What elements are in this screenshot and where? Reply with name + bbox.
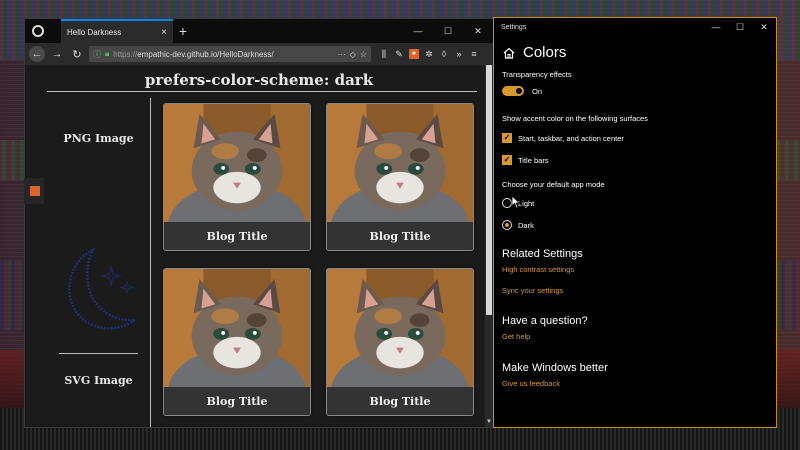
related-settings-heading: Related Settings <box>502 248 583 260</box>
page-title: prefers-color-scheme: dark <box>144 71 374 89</box>
kitten-image <box>327 104 473 222</box>
pocket-icon[interactable]: ◇ <box>350 50 356 59</box>
settings-heading: Colors <box>494 36 776 61</box>
library-icon[interactable]: ⫼ <box>379 49 389 60</box>
new-tab-button[interactable]: + <box>173 19 193 43</box>
mouse-cursor-icon <box>511 195 521 209</box>
settings-close-button[interactable]: ✕ <box>752 22 776 33</box>
kitten-image <box>164 104 310 222</box>
settings-minimize-button[interactable]: — <box>704 22 728 33</box>
shield-icon[interactable]: ◊ <box>439 49 449 60</box>
tab-bar: Hello Darkness × + — ☐ ✕ <box>25 19 493 43</box>
info-icon[interactable]: ⓘ <box>93 49 101 60</box>
extension-badge-icon[interactable] <box>30 186 40 196</box>
transparency-toggle-row: On <box>502 86 768 96</box>
page-content: prefers-color-scheme: dark PNG Image SVG… <box>25 65 493 427</box>
maximize-button[interactable]: ☐ <box>433 19 463 43</box>
colors-title: Colors <box>523 44 567 61</box>
blog-card[interactable]: Blog Title <box>163 103 311 251</box>
back-button[interactable]: ← <box>29 46 45 62</box>
close-button[interactable]: ✕ <box>463 19 493 43</box>
reload-button[interactable]: ↻ <box>69 46 85 62</box>
card-caption: Blog Title <box>164 387 310 415</box>
settings-titlebar: Settings — ☐ ✕ <box>494 18 776 36</box>
dark-mode-radio[interactable] <box>502 220 512 230</box>
browser-menu-icon[interactable] <box>25 19 51 43</box>
toolbar-icons: ⫼ ✎ ● ✲ ◊ » ≡ <box>379 48 479 60</box>
svg-image-label: SVG Image <box>64 374 133 387</box>
transparency-state: On <box>532 86 543 96</box>
tab-title: Hello Darkness <box>67 27 122 37</box>
improve-heading: Make Windows better <box>502 362 608 374</box>
browser-window: Hello Darkness × + — ☐ ✕ ← → ↻ ⓘ 🔒︎ http… <box>24 18 494 428</box>
accent-surfaces-label: Show accent color on the following surfa… <box>502 114 648 123</box>
scroll-down-icon[interactable]: ▼ <box>485 419 493 427</box>
overflow-chevron-icon[interactable]: » <box>454 49 464 60</box>
tab-hello-darkness[interactable]: Hello Darkness × <box>61 19 173 43</box>
light-mode-row[interactable]: Light <box>502 198 768 208</box>
url-text: empathic-dev.github.io/HelloDarkness/ <box>137 49 274 59</box>
high-contrast-link[interactable]: High contrast settings <box>502 265 768 274</box>
extension-icon[interactable]: ● <box>409 48 419 59</box>
accent-titlebars-row[interactable]: ✓ Title bars <box>502 155 768 165</box>
card-caption: Blog Title <box>327 387 473 415</box>
accent-start-row[interactable]: ✓ Start, taskbar, and action center <box>502 133 768 143</box>
image-labels-column: PNG Image SVG Image <box>47 98 151 427</box>
get-help-link[interactable]: Get help <box>502 332 768 341</box>
settings-body: Transparency effects On Show accent colo… <box>502 70 768 388</box>
feedback-link[interactable]: Give us feedback <box>502 379 768 388</box>
kitten-image <box>327 269 473 387</box>
start-taskbar-label: Start, taskbar, and action center <box>518 133 624 143</box>
title-bars-label: Title bars <box>518 155 549 165</box>
browser-window-controls: — ☐ ✕ <box>403 19 493 43</box>
url-scheme: https:// <box>113 49 138 59</box>
app-mode-label: Choose your default app mode <box>502 180 605 189</box>
sync-settings-link[interactable]: Sync your settings <box>502 286 768 295</box>
question-heading: Have a question? <box>502 315 588 327</box>
lock-icon: 🔒︎ <box>105 49 110 58</box>
title-bars-checkbox[interactable]: ✓ <box>502 155 512 165</box>
settings-window-title: Settings <box>501 23 527 31</box>
page-scrollbar[interactable]: ▼ <box>485 65 493 427</box>
address-bar[interactable]: ⓘ 🔒︎ https://empathic-dev.github.io/Hell… <box>89 46 371 62</box>
bookmark-star-icon[interactable]: ☆ <box>360 50 367 59</box>
settings-maximize-button[interactable]: ☐ <box>728 22 752 33</box>
dark-mode-row[interactable]: Dark <box>502 220 768 230</box>
minimize-button[interactable]: — <box>403 19 433 43</box>
blog-card[interactable]: Blog Title <box>163 268 311 416</box>
nav-bar: ← → ↻ ⓘ 🔒︎ https://empathic-dev.github.i… <box>25 43 493 65</box>
title-divider <box>47 91 477 92</box>
moon-stars-icon <box>68 247 140 330</box>
card-caption: Blog Title <box>327 222 473 250</box>
png-image-label: PNG Image <box>63 132 134 145</box>
transparency-toggle[interactable] <box>502 86 524 96</box>
card-caption: Blog Title <box>164 222 310 250</box>
blog-card[interactable]: Blog Title <box>326 103 474 251</box>
transparency-label: Transparency effects <box>502 70 572 79</box>
home-icon[interactable] <box>503 47 515 59</box>
kitten-image <box>164 269 310 387</box>
start-taskbar-checkbox[interactable]: ✓ <box>502 133 512 143</box>
forward-button[interactable]: → <box>49 46 65 62</box>
settings-gear-icon[interactable]: ✲ <box>424 49 434 60</box>
dark-mode-label: Dark <box>518 220 534 230</box>
scrollbar-thumb[interactable] <box>486 65 492 315</box>
settings-window: Settings — ☐ ✕ Colors Transparency effec… <box>493 17 777 428</box>
settings-window-controls: — ☐ ✕ <box>704 22 776 33</box>
pen-icon[interactable]: ✎ <box>394 49 404 60</box>
hamburger-menu-icon[interactable]: ≡ <box>469 49 479 60</box>
page-actions-icon[interactable]: ··· <box>338 50 346 59</box>
section-divider <box>59 353 138 354</box>
tab-close-icon[interactable]: × <box>161 27 167 38</box>
blog-card[interactable]: Blog Title <box>326 268 474 416</box>
